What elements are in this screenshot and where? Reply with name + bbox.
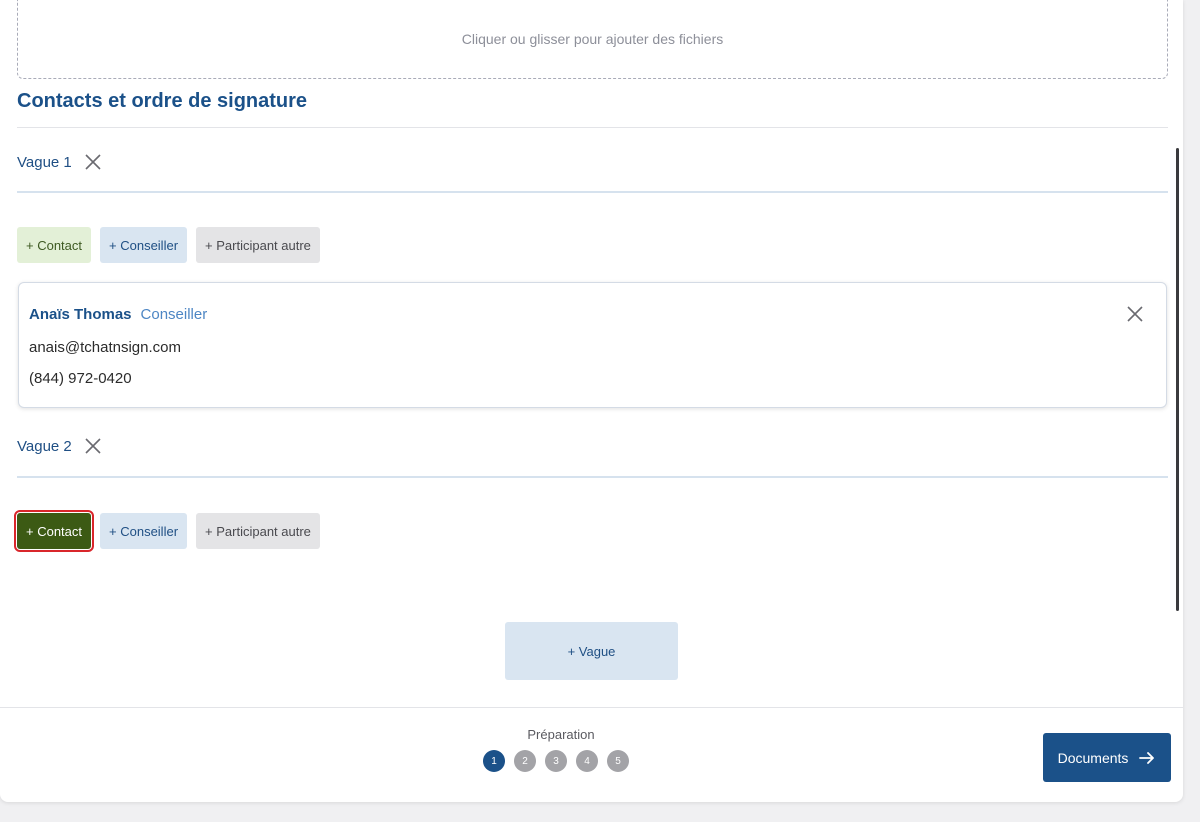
close-icon bbox=[85, 154, 101, 170]
wave-2-header: Vague 2 bbox=[17, 435, 104, 457]
remove-wave-1-button[interactable] bbox=[82, 151, 104, 173]
close-icon bbox=[1127, 306, 1143, 322]
wave-1-label: Vague 1 bbox=[17, 153, 72, 171]
wave-2-label: Vague 2 bbox=[17, 437, 72, 455]
wave-2-add-buttons: + Contact + Conseiller + Participant aut… bbox=[13, 510, 320, 552]
participant-name: Anaïs Thomas bbox=[29, 306, 132, 323]
dropzone-text: Cliquer ou glisser pour ajouter des fich… bbox=[461, 31, 724, 47]
wave-2-divider bbox=[17, 476, 1168, 478]
file-dropzone[interactable]: Cliquer ou glisser pour ajouter des fich… bbox=[17, 0, 1168, 79]
add-wave-button[interactable]: + Vague bbox=[505, 622, 678, 680]
footer-divider bbox=[0, 707, 1183, 708]
stepper: 1 2 3 4 5 bbox=[483, 750, 629, 772]
section-title: Contacts et ordre de signature bbox=[17, 90, 308, 112]
arrow-right-icon bbox=[1139, 751, 1155, 764]
wave-1-add-other-button[interactable]: + Participant autre bbox=[196, 227, 320, 263]
remove-participant-button[interactable] bbox=[1124, 303, 1146, 325]
participant-role: Conseiller bbox=[140, 306, 208, 323]
close-icon bbox=[85, 438, 101, 454]
participant-header: Anaïs Thomas Conseiller bbox=[29, 306, 207, 323]
wave-2-add-other-button[interactable]: + Participant autre bbox=[196, 513, 320, 549]
step-1[interactable]: 1 bbox=[483, 750, 505, 772]
next-button-label: Documents bbox=[1057, 749, 1129, 766]
step-2[interactable]: 2 bbox=[514, 750, 536, 772]
wave-1-divider bbox=[17, 191, 1168, 193]
wave-1-add-conseiller-button[interactable]: + Conseiller bbox=[100, 227, 188, 263]
step-label: Préparation bbox=[527, 727, 595, 742]
remove-wave-2-button[interactable] bbox=[82, 435, 104, 457]
wave-2-add-contact-button[interactable]: + Contact bbox=[13, 510, 95, 552]
divider bbox=[17, 127, 1168, 128]
wave-1-add-buttons: + Contact + Conseiller + Participant aut… bbox=[17, 227, 320, 263]
participant-phone: (844) 972-0420 bbox=[29, 370, 132, 387]
step-3[interactable]: 3 bbox=[545, 750, 567, 772]
wave-1-header: Vague 1 bbox=[17, 151, 104, 173]
step-5[interactable]: 5 bbox=[607, 750, 629, 772]
wave-1-add-contact-button[interactable]: + Contact bbox=[17, 227, 92, 263]
step-4[interactable]: 4 bbox=[576, 750, 598, 772]
participant-email: anais@tchatnsign.com bbox=[29, 339, 181, 356]
main-panel: Cliquer ou glisser pour ajouter des fich… bbox=[0, 0, 1183, 802]
participant-card: Anaïs Thomas Conseiller anais@tchatnsign… bbox=[18, 282, 1167, 408]
wave-2-add-conseiller-button[interactable]: + Conseiller bbox=[100, 513, 188, 549]
scrollbar[interactable] bbox=[1176, 148, 1179, 611]
next-documents-button[interactable]: Documents bbox=[1043, 733, 1171, 782]
